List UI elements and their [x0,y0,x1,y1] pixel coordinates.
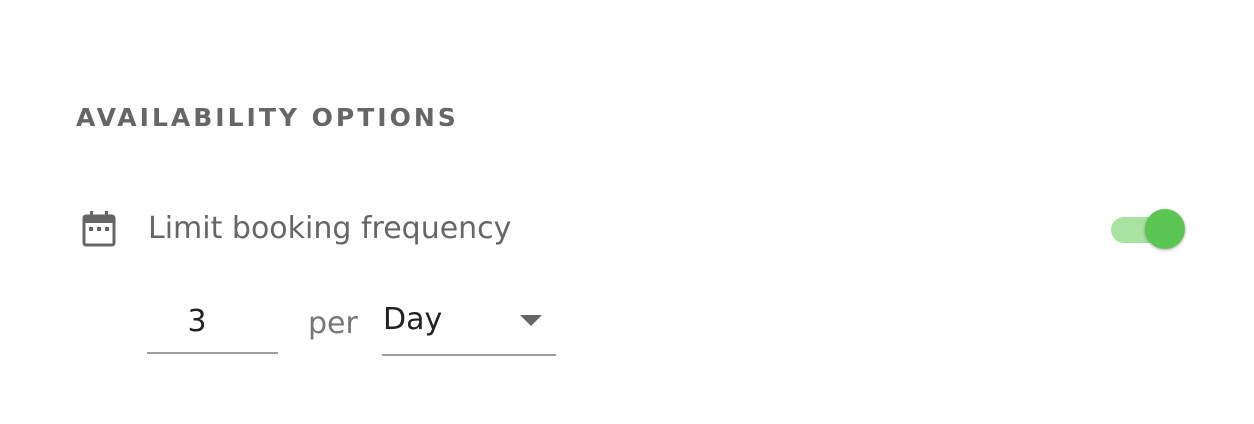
period-unit-value: Day [383,302,443,337]
section-title: AVAILABILITY OPTIONS [76,103,459,132]
period-unit-select[interactable]: Day [382,296,556,356]
booking-count-input[interactable]: 3 [147,296,278,354]
limit-booking-frequency-label: Limit booking frequency [148,211,512,246]
booking-count-value: 3 [187,304,207,339]
toggle-thumb [1145,209,1185,249]
calendar-icon [79,208,119,248]
limit-booking-frequency-toggle[interactable] [1110,207,1186,251]
per-label: per [308,306,358,341]
limit-booking-frequency-row: Limit booking frequency [76,205,1186,253]
frequency-settings-row: 3 per Day [147,290,567,360]
chevron-down-icon [520,315,542,326]
